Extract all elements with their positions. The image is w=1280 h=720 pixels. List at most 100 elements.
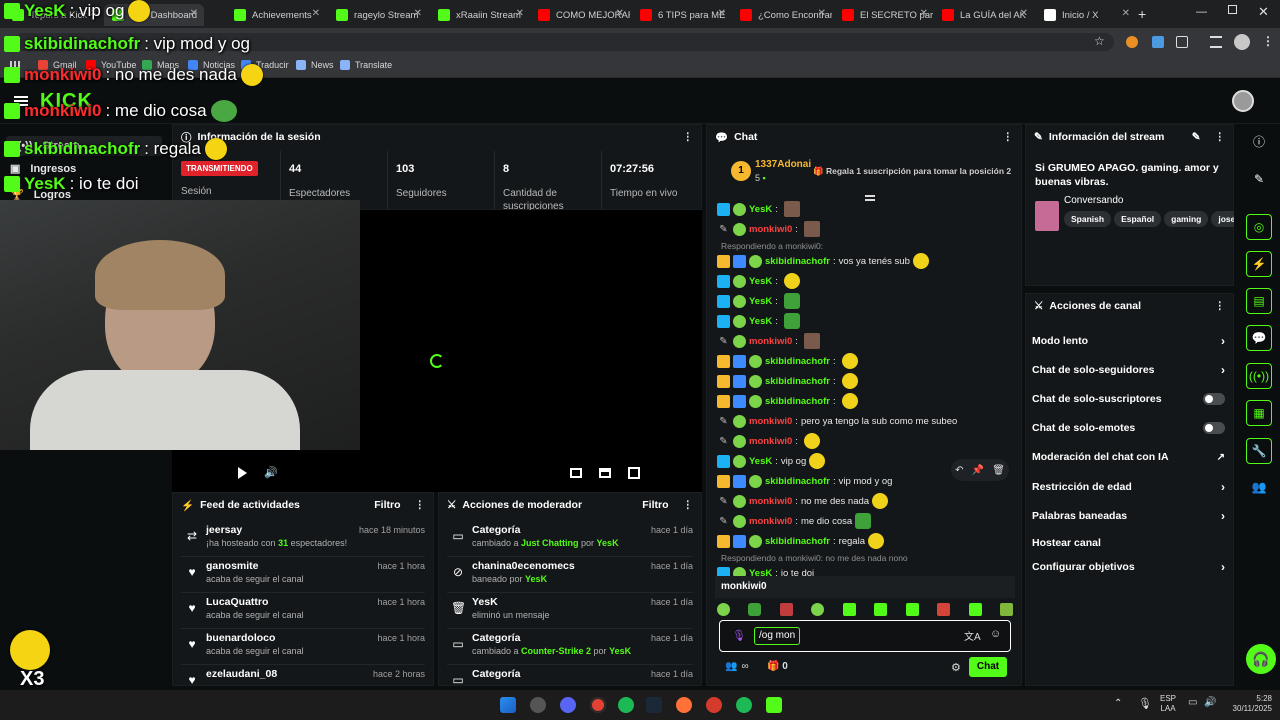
support-headset-icon[interactable]: 🎧	[1246, 644, 1276, 674]
layout-icon[interactable]: ▦	[1246, 400, 1272, 426]
channel-action-row[interactable]: Configurar objetivos ›	[1032, 556, 1225, 578]
play-icon[interactable]	[238, 467, 247, 479]
close-tab-icon[interactable]: ✕	[1020, 8, 1028, 19]
focus-icon[interactable]: ◎	[1246, 214, 1272, 240]
notes-icon[interactable]: ▤	[1246, 288, 1272, 314]
reply-icon[interactable]: ↶	[955, 465, 963, 476]
discord-icon[interactable]	[560, 697, 576, 713]
toggle-switch[interactable]	[1203, 393, 1225, 405]
chrome-icon[interactable]	[590, 697, 606, 713]
feed-username[interactable]: ezelaudani_08	[206, 668, 277, 680]
chat-username[interactable]: monkiwi0	[749, 496, 792, 507]
close-tab-icon[interactable]: ✕	[718, 8, 726, 19]
edit-icon[interactable]: ✎	[1192, 131, 1201, 143]
more-options-icon[interactable]: ⋮	[1215, 131, 1226, 143]
browser-tab[interactable]: La GUÍA del AK ✕	[934, 4, 1034, 26]
kick-app-icon[interactable]	[766, 697, 782, 713]
chat-username[interactable]: skibidinachofr	[765, 536, 830, 547]
chat-message[interactable]: skibidinachofr: vip mod y og	[717, 471, 892, 491]
chat-message[interactable]: YesK:	[717, 271, 800, 291]
new-tab-button[interactable]: +	[1138, 6, 1146, 22]
info-icon[interactable]: ⓘ	[1246, 128, 1272, 154]
chat-message[interactable]: skibidinachofr:	[717, 391, 858, 411]
chat-message[interactable]: ✎ monkiwi0:	[717, 431, 820, 451]
stream-category[interactable]: Conversando	[1064, 195, 1123, 206]
feed-item[interactable]: ♥ ganosmite acaba de seguir el canal hace 1…	[181, 557, 425, 593]
emote-icon[interactable]	[748, 603, 762, 616]
chat-message[interactable]: YesK:	[717, 199, 800, 219]
spotify-icon[interactable]	[618, 697, 634, 713]
more-options-icon[interactable]: ⋮	[683, 131, 694, 143]
pip-icon[interactable]	[570, 468, 582, 478]
tag[interactable]: Spanish	[1064, 211, 1112, 227]
chat-message[interactable]: ✎ monkiwi0: me dio cosa	[717, 511, 872, 531]
chat-message[interactable]: ✎ monkiwi0:	[717, 331, 820, 351]
channel-action-row[interactable]: Moderación del chat con IA ↗	[1032, 446, 1225, 468]
add-users-icon[interactable]: 👥	[1246, 474, 1272, 500]
channel-action-row[interactable]: Restricción de edad ›	[1032, 476, 1225, 498]
browser-tab[interactable]: El SECRETO par ✕	[834, 4, 934, 26]
browser-tab[interactable]: rageylo Stream ✕	[328, 4, 428, 26]
chat-username[interactable]: YesK	[749, 296, 772, 307]
chat-input-text[interactable]: /og mon	[754, 627, 801, 645]
channel-action-row[interactable]: Hostear canal	[1032, 532, 1225, 554]
chat-message[interactable]: skibidinachofr: regala	[717, 531, 884, 551]
browser-tab[interactable]: COMO MEJORAR ✕	[530, 4, 630, 26]
chat-username[interactable]: monkiwi0	[749, 516, 792, 527]
feed-item[interactable]: ♥ LucaQuattro acaba de seguir el canal hace…	[181, 593, 425, 629]
chat-username[interactable]: monkiwi0	[749, 436, 792, 447]
fullscreen-icon[interactable]	[628, 467, 640, 479]
send-chat-button[interactable]: Chat	[969, 657, 1007, 677]
emote-icon[interactable]	[999, 603, 1013, 616]
modaction-item[interactable]: 🗑 YesK eliminó un mensaje hace 1 día	[447, 593, 693, 629]
tray-chevron-icon[interactable]: ⌃	[1114, 698, 1122, 709]
channel-points[interactable]: 🎁 0	[767, 661, 788, 672]
emote-icon[interactable]	[937, 603, 951, 616]
emote-icon[interactable]	[874, 603, 888, 616]
chat-username[interactable]: YesK	[749, 276, 772, 287]
chat-username[interactable]: monkiwi0	[749, 416, 792, 427]
more-options-icon[interactable]: ⋮	[415, 499, 426, 511]
windows-start-icon[interactable]	[500, 697, 516, 713]
minimize-icon[interactable]: —	[1196, 6, 1207, 18]
chat-username[interactable]: YesK	[749, 456, 772, 467]
tag[interactable]: gaming	[1164, 211, 1209, 227]
language-indicator[interactable]: ESP LAA	[1160, 694, 1176, 714]
chat-input[interactable]: 🎙 /og mon 文A ☺	[719, 620, 1011, 652]
browser-tab[interactable]: 6 TIPS para ME ✕	[632, 4, 732, 26]
modaction-item[interactable]: ▭ Categoría cambiado a Counter-Strike 2 po…	[447, 629, 693, 665]
maximize-icon[interactable]	[1228, 5, 1237, 14]
chat-message[interactable]: ✎ monkiwi0:	[717, 219, 820, 239]
chat-message[interactable]: skibidinachofr:	[717, 371, 858, 391]
modaction-item[interactable]: ⊘ chanina0ecenomecs baneado por YesK hace 1…	[447, 557, 693, 593]
emote-icon[interactable]	[811, 603, 825, 616]
more-options-icon[interactable]: ⋮	[683, 499, 694, 511]
close-tab-icon[interactable]: ✕	[818, 8, 826, 19]
mention-suggestion[interactable]: monkiwi0	[715, 576, 1015, 598]
feed-item[interactable]: ⇄ jeersay ¡ha hosteado con 31 espectadores…	[181, 521, 425, 557]
channel-action-row[interactable]: Palabras baneadas ›	[1032, 505, 1225, 527]
clock[interactable]: 5:28 30/11/2025	[1222, 694, 1272, 714]
feed-username[interactable]: LucaQuattro	[206, 596, 268, 608]
opera-icon[interactable]	[706, 697, 722, 713]
delete-icon[interactable]: 🗑	[992, 465, 1005, 476]
chat-username[interactable]: skibidinachofr	[765, 476, 830, 487]
pin-icon[interactable]: 📌	[972, 465, 984, 476]
chat-message[interactable]: skibidinachofr: vos ya tenés sub	[717, 251, 929, 271]
close-tab-icon[interactable]: ✕	[414, 8, 422, 19]
emoji-icon[interactable]: ☺	[990, 628, 1001, 640]
close-tab-icon[interactable]: ✕	[516, 8, 524, 19]
close-tab-icon[interactable]: ✕	[920, 8, 928, 19]
microphone-icon[interactable]: 🎙	[1138, 697, 1152, 710]
extension-icon[interactable]	[1126, 36, 1138, 48]
chat-username[interactable]: monkiwi0	[749, 336, 792, 347]
feed-username[interactable]: jeersay	[206, 524, 242, 536]
chat-message[interactable]: YesK:	[717, 291, 800, 311]
pencil-icon[interactable]: ✎	[1246, 166, 1272, 192]
feed-item[interactable]: ♥ buenardoloco acaba de seguir el canal hac…	[181, 629, 425, 665]
chat-username[interactable]: YesK	[749, 316, 772, 327]
chat-message[interactable]: ✎ monkiwi0: no me des nada	[717, 491, 889, 511]
steam-icon[interactable]	[646, 697, 662, 713]
bolt-icon[interactable]: ⚡	[1246, 251, 1272, 277]
browser-tab[interactable]: Inicio / X ✕	[1036, 4, 1136, 26]
